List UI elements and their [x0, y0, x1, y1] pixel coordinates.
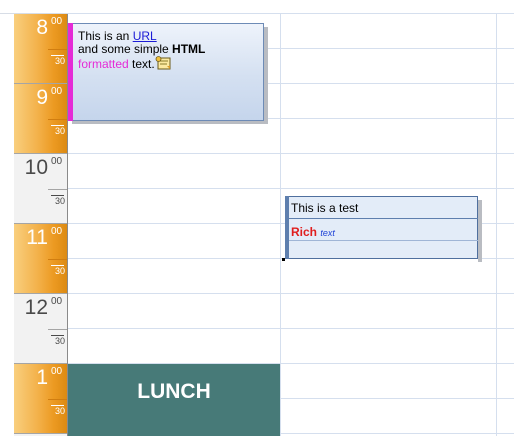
time-grid-line [68, 188, 514, 189]
appointment-divider [289, 240, 478, 241]
hour-label: 9 [36, 86, 48, 109]
hour-label: 1 [36, 366, 48, 389]
italic-text: text [320, 228, 335, 238]
appointment-text: This is an [78, 29, 133, 43]
half-hour-label: 30 [54, 56, 65, 66]
hour-minutes-label: 00 [51, 366, 63, 377]
day-view-calendar: 8 00 30 9 00 30 10 00 30 11 00 30 12 00 30 1 00 30 This i… [0, 0, 514, 436]
resize-handle[interactable] [282, 258, 285, 261]
hour-rule [14, 433, 67, 434]
hour-label: 11 [26, 226, 48, 249]
half-hour-rule [48, 399, 67, 400]
note-icon [155, 56, 172, 70]
half-hour-label: 30 [54, 336, 65, 346]
hour-label: 10 [24, 156, 48, 179]
appointment-subject: This is a test [291, 201, 359, 215]
time-grid-line [68, 153, 514, 154]
appointment-line-3: formatted text. [78, 56, 262, 71]
appointment-category-bar [285, 196, 289, 259]
lunch-label: LUNCH [137, 380, 211, 403]
appointment-line-2: and some simple HTML [78, 43, 262, 56]
half-hour-label: 30 [54, 406, 65, 416]
hour-rule [14, 153, 67, 154]
half-hour-label: 30 [54, 266, 65, 276]
time-grid-line [68, 293, 514, 294]
half-hour-label: 30 [54, 196, 65, 206]
event-shadow [478, 200, 482, 262]
half-hour-rule [48, 119, 67, 120]
left-margin [0, 14, 14, 436]
half-hour-rule [48, 49, 67, 50]
appointment-text: text. [128, 57, 155, 71]
half-hour-rule [48, 259, 67, 260]
calendar-header-strip [0, 0, 514, 14]
hour-label: 12 [24, 296, 48, 319]
rich-text: Rich [291, 225, 318, 239]
colored-text: formatted [78, 57, 129, 71]
hour-minutes-label: 00 [51, 86, 63, 97]
hour-minutes-label: 00 [51, 296, 63, 307]
hour-minutes-label: 00 [51, 226, 63, 237]
hour-minutes-label: 00 [51, 16, 63, 27]
column-divider [496, 14, 497, 436]
appointment-divider [289, 218, 478, 219]
hour-rule [14, 293, 67, 294]
appointment-text: and some simple [78, 42, 173, 56]
appointment-category-bar [68, 23, 73, 121]
event-shadow [72, 121, 268, 124]
time-grid-line [68, 13, 514, 14]
appointment-body: This is an URL and some simple HTML form… [78, 30, 262, 71]
appointment-body: Rich text [291, 226, 335, 240]
hour-label: 8 [36, 16, 48, 39]
half-hour-rule [48, 329, 67, 330]
event-shadow [264, 27, 268, 124]
time-grid-line [68, 328, 514, 329]
half-hour-label: 30 [54, 126, 65, 136]
bold-text: HTML [172, 42, 206, 56]
url-link[interactable]: URL [133, 29, 157, 43]
hour-minutes-label: 00 [51, 156, 63, 167]
column-divider [280, 14, 281, 436]
half-hour-rule [48, 189, 67, 190]
